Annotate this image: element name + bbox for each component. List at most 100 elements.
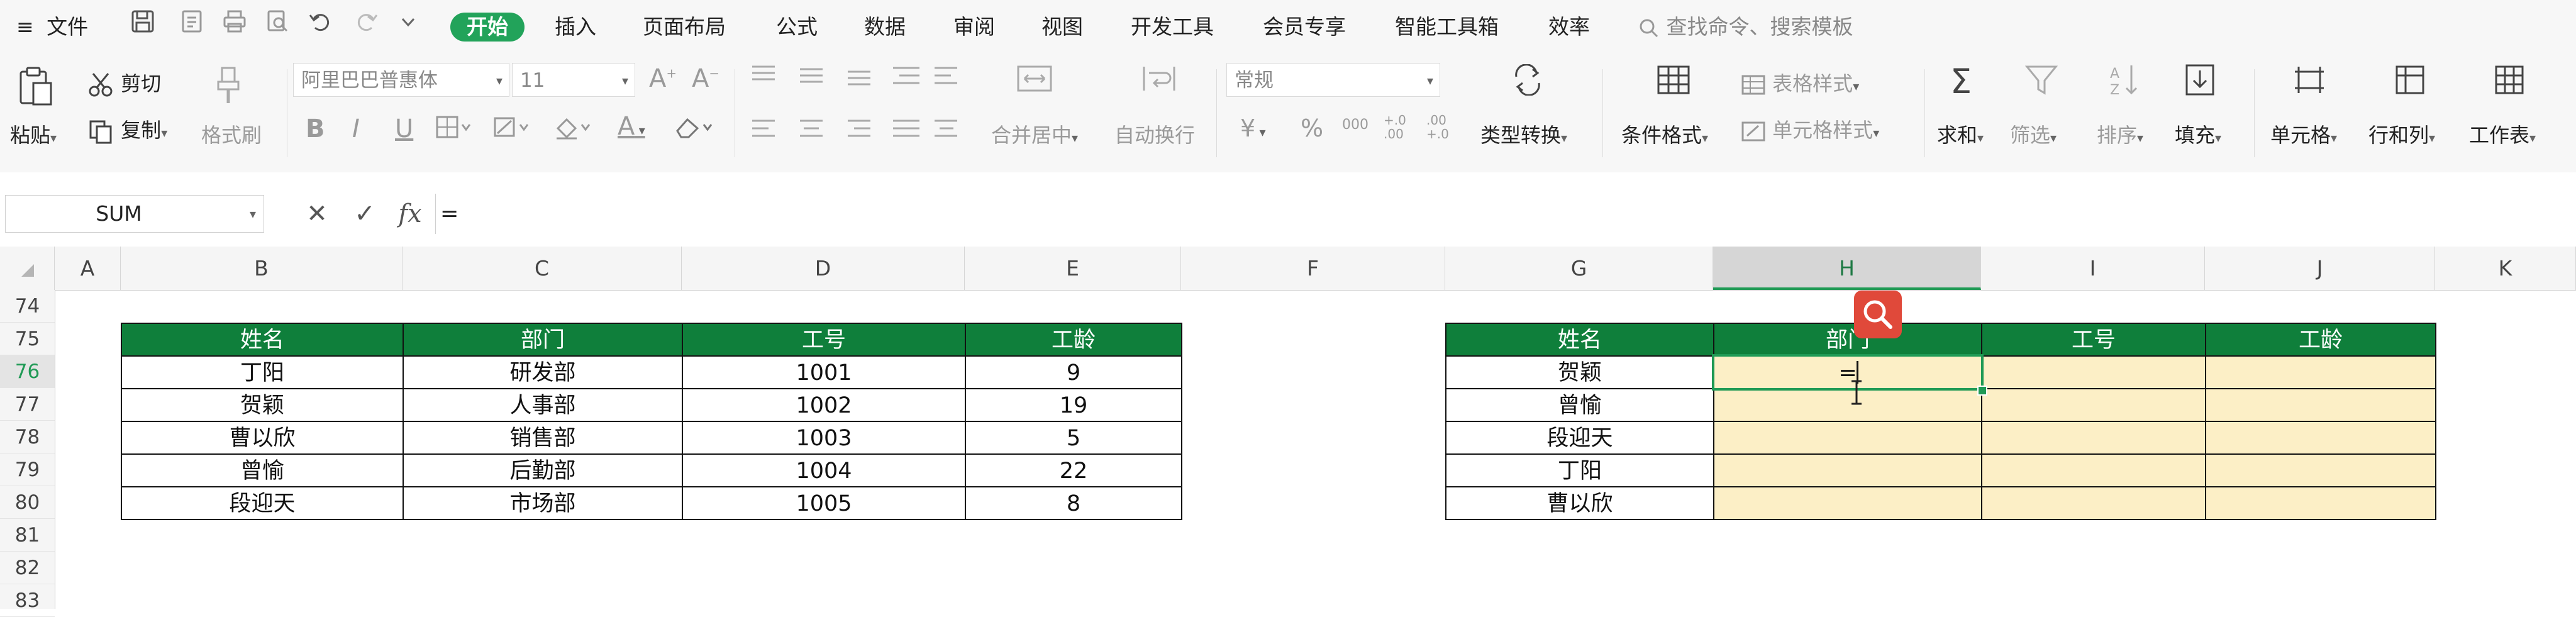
sort-button[interactable]: 排序▾ [2097, 120, 2143, 148]
table-cell[interactable] [1713, 486, 1982, 520]
paste-button[interactable]: 粘贴▾ [10, 120, 57, 148]
thousands-separator-button[interactable]: 000 [1342, 117, 1368, 133]
confirm-formula-button[interactable]: ✓ [347, 195, 382, 233]
row-header-78[interactable]: 78 [0, 421, 55, 453]
table-cell[interactable]: 段迎天 [121, 486, 404, 520]
merge-center-button[interactable]: 合并居中▾ [991, 120, 1078, 148]
main-menu-button[interactable]: ≡ 文件 [16, 13, 88, 42]
wrap-text-icon[interactable] [1137, 63, 1181, 101]
cut-button[interactable]: 剪切 [88, 68, 161, 97]
cell-effect-icon[interactable] [489, 112, 533, 150]
border-icon[interactable] [431, 112, 475, 150]
conditional-format-icon[interactable] [1652, 64, 1696, 102]
column-header-j[interactable]: J [2205, 247, 2435, 290]
table-style-button[interactable]: 表格样式▾ [1741, 68, 1859, 97]
print-preview-icon[interactable] [260, 9, 294, 43]
worksheet-icon[interactable] [2489, 63, 2529, 103]
row-header-76[interactable]: 76 [0, 355, 55, 388]
table-cell[interactable]: 销售部 [402, 421, 683, 455]
table-cell[interactable] [2205, 421, 2436, 455]
sort-icon[interactable]: AZ [2104, 63, 2145, 103]
right-header-years[interactable]: 工龄 [2205, 323, 2436, 357]
column-header-a[interactable]: A [55, 247, 121, 290]
table-cell[interactable] [1713, 421, 1982, 455]
table-cell[interactable] [1981, 388, 2206, 422]
clear-eraser-icon[interactable] [670, 112, 721, 150]
table-cell[interactable]: 曾愉 [121, 453, 404, 487]
table-cell[interactable] [2205, 355, 2436, 389]
column-header-k[interactable]: K [2435, 247, 2576, 290]
table-cell[interactable]: 丁阳 [121, 355, 404, 389]
table-cell[interactable] [1713, 388, 1982, 422]
font-color-button[interactable]: A ▾ [618, 112, 645, 141]
table-cell[interactable]: 市场部 [402, 486, 683, 520]
table-cell[interactable]: 1005 [682, 486, 966, 520]
paste-icon[interactable] [14, 67, 55, 108]
cell-button[interactable]: 单元格▾ [2270, 120, 2337, 148]
quick-access-dropdown-icon[interactable] [391, 9, 425, 43]
tab-review[interactable]: 审阅 [953, 13, 995, 42]
table-cell[interactable]: 1001 [682, 355, 966, 389]
row-header-82[interactable]: 82 [0, 552, 55, 584]
undo-icon[interactable] [303, 9, 337, 43]
worksheet-button[interactable]: 工作表▾ [2469, 120, 2536, 148]
increase-decimal-button[interactable]: +.0 .00 [1384, 113, 1415, 141]
type-convert-button[interactable]: 类型转换▾ [1480, 120, 1567, 148]
row-header-77[interactable]: 77 [0, 388, 55, 421]
table-cell[interactable]: 丁阳 [1445, 453, 1714, 487]
right-header-id[interactable]: 工号 [1981, 323, 2206, 357]
conditional-format-button[interactable]: 条件格式▾ [1621, 120, 1708, 148]
tab-smart-toolbox[interactable]: 智能工具箱 [1395, 13, 1499, 42]
merge-center-icon[interactable] [1013, 63, 1057, 101]
italic-button[interactable]: I [352, 114, 360, 143]
column-header-e[interactable]: E [965, 247, 1181, 290]
font-name-select[interactable]: 阿里巴巴普惠体 ▾ [293, 63, 509, 97]
table-cell[interactable]: 1004 [682, 453, 966, 487]
tab-member[interactable]: 会员专享 [1263, 13, 1346, 42]
table-cell[interactable]: 5 [965, 421, 1182, 455]
cell-style-button[interactable]: 单元格样式▾ [1741, 114, 1879, 143]
sum-icon[interactable]: Σ [1941, 63, 1981, 103]
tab-page-layout[interactable]: 页面布局 [643, 13, 726, 42]
fill-icon[interactable] [2180, 63, 2220, 103]
row-header-79[interactable]: 79 [0, 453, 55, 486]
left-header-id[interactable]: 工号 [682, 323, 966, 357]
command-search[interactable]: 查找命令、搜索模板 [1638, 13, 1853, 42]
cancel-formula-button[interactable]: ✕ [299, 195, 335, 233]
left-header-dept[interactable]: 部门 [402, 323, 683, 357]
column-header-h[interactable]: H [1713, 247, 1981, 290]
fill-color-icon[interactable] [551, 112, 595, 150]
format-painter-icon[interactable] [208, 67, 249, 108]
number-format-select[interactable]: 常规 ▾ [1226, 63, 1440, 97]
underline-button[interactable]: U [395, 114, 413, 143]
table-cell[interactable]: 后勤部 [402, 453, 683, 487]
type-convert-icon[interactable] [1506, 64, 1550, 102]
table-cell[interactable] [2205, 388, 2436, 422]
select-all-corner[interactable] [0, 247, 55, 290]
copy-button[interactable]: 复制▾ [88, 114, 167, 144]
decrease-decimal-button[interactable]: .00 +.0 [1426, 113, 1458, 141]
right-header-name[interactable]: 姓名 [1445, 323, 1714, 357]
bold-button[interactable]: B [306, 114, 325, 143]
column-header-d[interactable]: D [682, 247, 965, 290]
sum-button[interactable]: 求和▾ [1937, 120, 1984, 148]
vertical-align-icons[interactable] [746, 60, 960, 98]
column-header-f[interactable]: F [1181, 247, 1445, 290]
table-cell[interactable]: 曹以欣 [1445, 486, 1714, 520]
column-header-b[interactable]: B [121, 247, 402, 290]
font-size-select[interactable]: 11 ▾ [512, 63, 635, 97]
table-cell[interactable] [1981, 453, 2206, 487]
table-cell[interactable]: 1002 [682, 388, 966, 422]
table-cell[interactable]: 段迎天 [1445, 421, 1714, 455]
currency-button[interactable]: ¥ ▾ [1240, 114, 1266, 142]
table-cell[interactable]: 22 [965, 453, 1182, 487]
zoom-magnifier-button[interactable] [1854, 291, 1902, 338]
row-header-75[interactable]: 75 [0, 323, 55, 355]
table-cell[interactable] [2205, 453, 2436, 487]
table-cell[interactable]: 曹以欣 [121, 421, 404, 455]
tab-efficiency[interactable]: 效率 [1548, 13, 1590, 42]
table-cell[interactable]: 贺颖 [1445, 355, 1714, 389]
row-header-83[interactable]: 83 [0, 584, 55, 617]
table-cell[interactable]: 曾愉 [1445, 388, 1714, 422]
table-cell[interactable] [1713, 453, 1982, 487]
